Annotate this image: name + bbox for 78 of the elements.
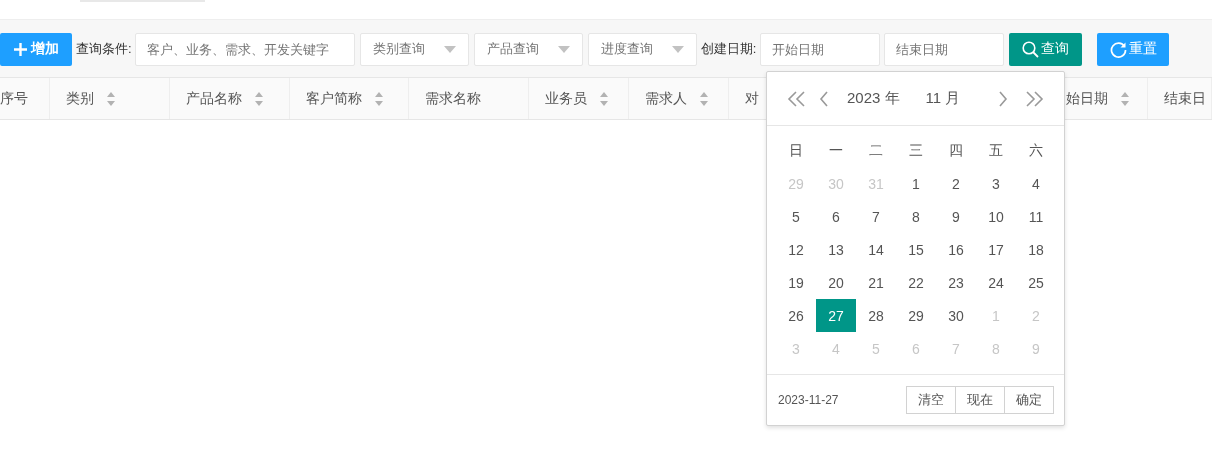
column-header[interactable]: 产品名称: [186, 89, 264, 108]
caret-icon: [671, 45, 684, 53]
sort-icon[interactable]: [599, 90, 609, 107]
column-header[interactable]: 客户简称: [306, 89, 384, 108]
search-icon: [1022, 40, 1040, 58]
calendar-day[interactable]: 11: [1016, 200, 1056, 233]
column-header: 需求名称: [425, 89, 481, 108]
calendar-day[interactable]: 26: [776, 299, 816, 332]
column-header: 对: [745, 89, 759, 108]
sort-icon[interactable]: [106, 90, 116, 107]
calendar-day[interactable]: 30: [936, 299, 976, 332]
calendar-day[interactable]: 4: [1016, 167, 1056, 200]
calendar-day[interactable]: 20: [816, 266, 856, 299]
calendar-day[interactable]: 22: [896, 266, 936, 299]
chevron-left-icon[interactable]: [819, 90, 829, 107]
calendar-day[interactable]: 18: [1016, 233, 1056, 266]
column-header[interactable]: 业务员: [545, 89, 609, 108]
sort-icon[interactable]: [374, 90, 384, 107]
month-label[interactable]: 11 月: [925, 89, 961, 108]
calendar-day[interactable]: 6: [816, 200, 856, 233]
double-chevron-left-icon[interactable]: [787, 90, 807, 107]
calendar-day[interactable]: 13: [816, 233, 856, 266]
query-label: 查询条件:: [76, 40, 132, 58]
select-field[interactable]: 进度查询: [587, 32, 697, 66]
column-header[interactable]: 始日期: [1066, 89, 1130, 108]
calendar-day[interactable]: 17: [976, 233, 1016, 266]
caret-icon: [443, 45, 456, 53]
weekday-label: 一: [828, 140, 844, 160]
calendar-day[interactable]: 16: [936, 233, 976, 266]
calendar-day[interactable]: 27: [816, 299, 856, 332]
picker-button[interactable]: 清空: [906, 386, 956, 414]
column-header: 序号: [0, 89, 28, 108]
end-date-field[interactable]: 结束日期: [884, 32, 1005, 66]
caret-icon: [557, 45, 570, 53]
weekday-label: 六: [1028, 140, 1044, 160]
column-header[interactable]: 需求人: [645, 89, 709, 108]
plus-icon: [13, 42, 27, 56]
select-field[interactable]: 产品查询: [473, 32, 583, 66]
calendar-day[interactable]: 15: [896, 233, 936, 266]
weekday-label: 三: [908, 140, 924, 160]
weekday-label: 日: [788, 140, 804, 160]
sort-icon[interactable]: [254, 90, 264, 107]
keyword-field[interactable]: 客户、业务、需求、开发关键字: [134, 32, 355, 66]
picker-button[interactable]: 现在: [955, 386, 1005, 414]
weekday-label: 四: [948, 140, 964, 160]
calendar-day[interactable]: 9: [936, 200, 976, 233]
calendar-day[interactable]: 2: [936, 167, 976, 200]
calendar-day[interactable]: 23: [936, 266, 976, 299]
calendar-day[interactable]: 10: [976, 200, 1016, 233]
weekday-label: 二: [868, 140, 884, 160]
column-header: 结束日: [1164, 89, 1206, 108]
select-field[interactable]: 类别查询: [359, 32, 469, 66]
calendar-day[interactable]: 5: [776, 200, 816, 233]
column-header[interactable]: 类别: [66, 89, 116, 108]
calendar-day[interactable]: 14: [856, 233, 896, 266]
double-chevron-right-icon[interactable]: [1024, 90, 1044, 107]
calendar-day[interactable]: 28: [856, 299, 896, 332]
calendar-day[interactable]: 12: [776, 233, 816, 266]
date-label: 创建日期:: [700, 40, 757, 58]
calendar-day[interactable]: 8: [896, 200, 936, 233]
calendar-day[interactable]: 3: [976, 167, 1016, 200]
search-button[interactable]: 查询: [1009, 32, 1083, 66]
start-date-field[interactable]: 开始日期: [760, 32, 881, 66]
sort-icon[interactable]: [699, 90, 709, 107]
chevron-right-icon[interactable]: [998, 90, 1008, 107]
calendar-day[interactable]: 1: [896, 167, 936, 200]
weekday-label: 五: [988, 140, 1004, 160]
selected-date: 2023-11-27: [778, 393, 839, 407]
picker-button[interactable]: 确定: [1004, 386, 1054, 414]
calendar-day[interactable]: 7: [856, 200, 896, 233]
sort-icon[interactable]: [1120, 90, 1130, 107]
refresh-icon: [1109, 40, 1127, 58]
calendar-day[interactable]: 25: [1016, 266, 1056, 299]
calendar-day[interactable]: 21: [856, 266, 896, 299]
calendar-day[interactable]: 29: [896, 299, 936, 332]
calendar-day[interactable]: 24: [976, 266, 1016, 299]
calendar-day[interactable]: 19: [776, 266, 816, 299]
year-label[interactable]: 2023 年: [847, 89, 900, 108]
